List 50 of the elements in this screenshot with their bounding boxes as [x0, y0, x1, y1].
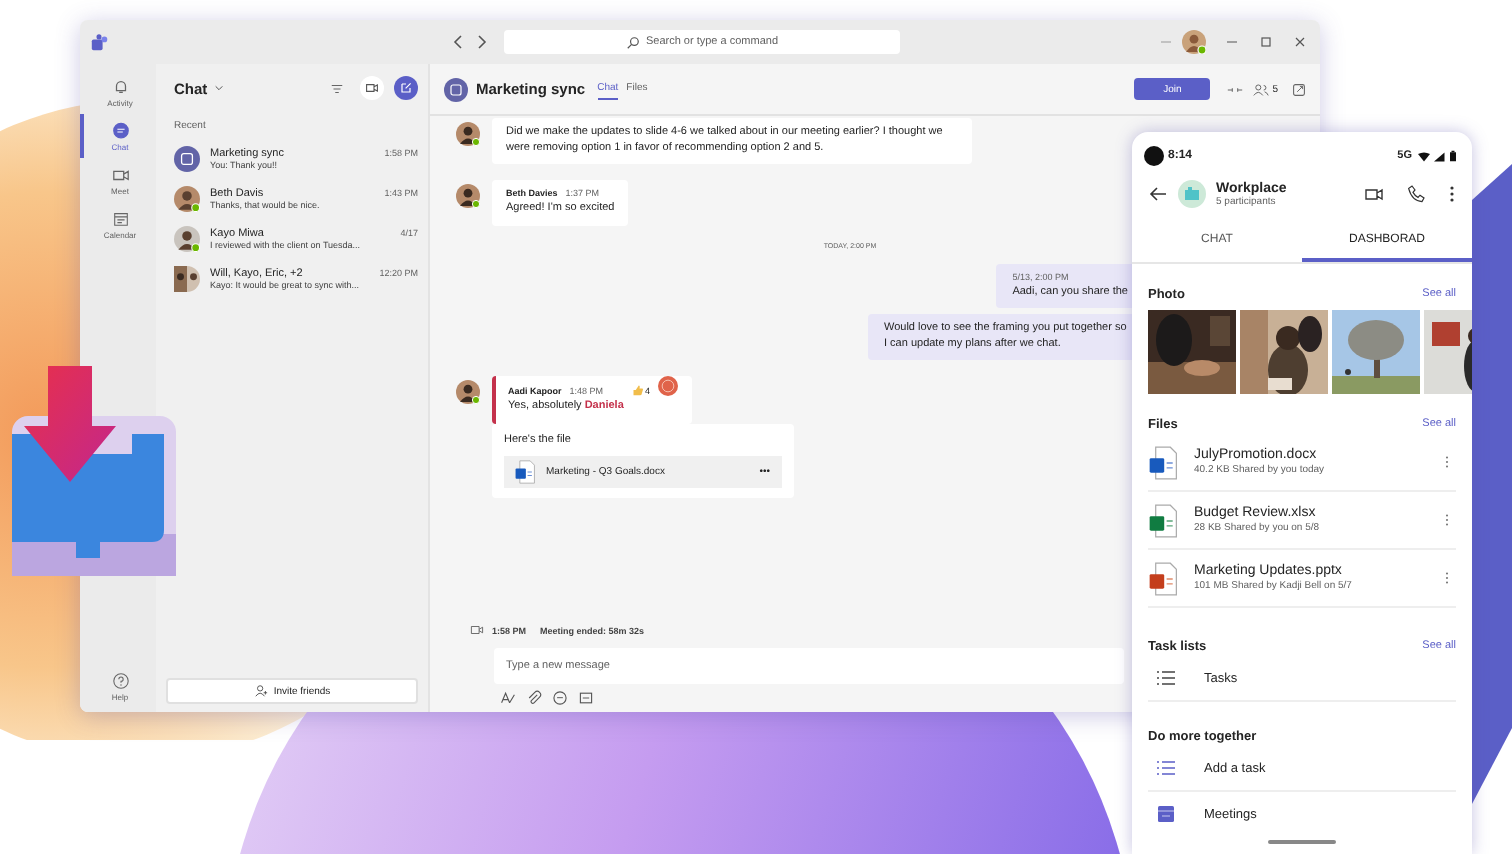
list-icon [1156, 760, 1176, 776]
maximize-icon[interactable] [1258, 34, 1274, 50]
share-icon[interactable] [1290, 81, 1308, 97]
camera-dot-icon [1144, 146, 1164, 166]
video-icon [111, 165, 129, 183]
excel-file-icon [1148, 503, 1178, 537]
avatar-icon [456, 122, 480, 146]
back-icon[interactable] [452, 34, 464, 50]
avatar-icon [174, 225, 200, 251]
avatar-icon [456, 380, 480, 404]
video-call-icon[interactable] [360, 76, 384, 100]
close-icon[interactable] [1292, 34, 1308, 50]
help-icon [111, 671, 129, 689]
signal-icon [1434, 151, 1446, 161]
forward-icon[interactable] [476, 34, 488, 50]
phone-call-icon[interactable] [1406, 184, 1426, 204]
thumbs-up-icon [631, 384, 644, 396]
chat-icon [111, 121, 129, 139]
avatar-icon [658, 375, 679, 395]
battery-icon [1450, 150, 1456, 162]
group-avatar-icon [1178, 180, 1206, 208]
compose-icon[interactable] [394, 76, 418, 100]
back-arrow-icon[interactable] [1148, 184, 1168, 204]
video-icon [470, 624, 484, 636]
avatar-icon [174, 185, 200, 211]
filter-icon[interactable] [330, 81, 344, 95]
calendar-icon [1156, 806, 1176, 822]
list-icon [1156, 670, 1176, 686]
attach-icon[interactable] [526, 690, 542, 706]
calendar-icon [111, 209, 129, 227]
avatar-icon [456, 184, 480, 208]
app-logo-icon [90, 33, 108, 51]
format-icon[interactable] [500, 690, 516, 706]
search-icon [625, 35, 640, 49]
avatar-icon [174, 265, 200, 291]
download-icon [8, 366, 180, 578]
home-indicator [1268, 840, 1336, 844]
person-add-icon [253, 684, 268, 698]
powerpoint-file-icon [1148, 561, 1178, 595]
user-avatar-icon[interactable] [1182, 30, 1206, 54]
more-icon[interactable] [1448, 184, 1456, 204]
group-chat-icon [174, 145, 200, 171]
people-icon[interactable] [1252, 81, 1271, 97]
word-file-icon [1148, 445, 1178, 479]
word-file-icon [514, 460, 536, 484]
video-call-icon[interactable] [1364, 184, 1384, 204]
wifi-icon [1418, 151, 1430, 161]
bell-icon [111, 77, 129, 95]
caret-icon[interactable] [213, 84, 224, 92]
group-chat-icon [444, 77, 468, 101]
